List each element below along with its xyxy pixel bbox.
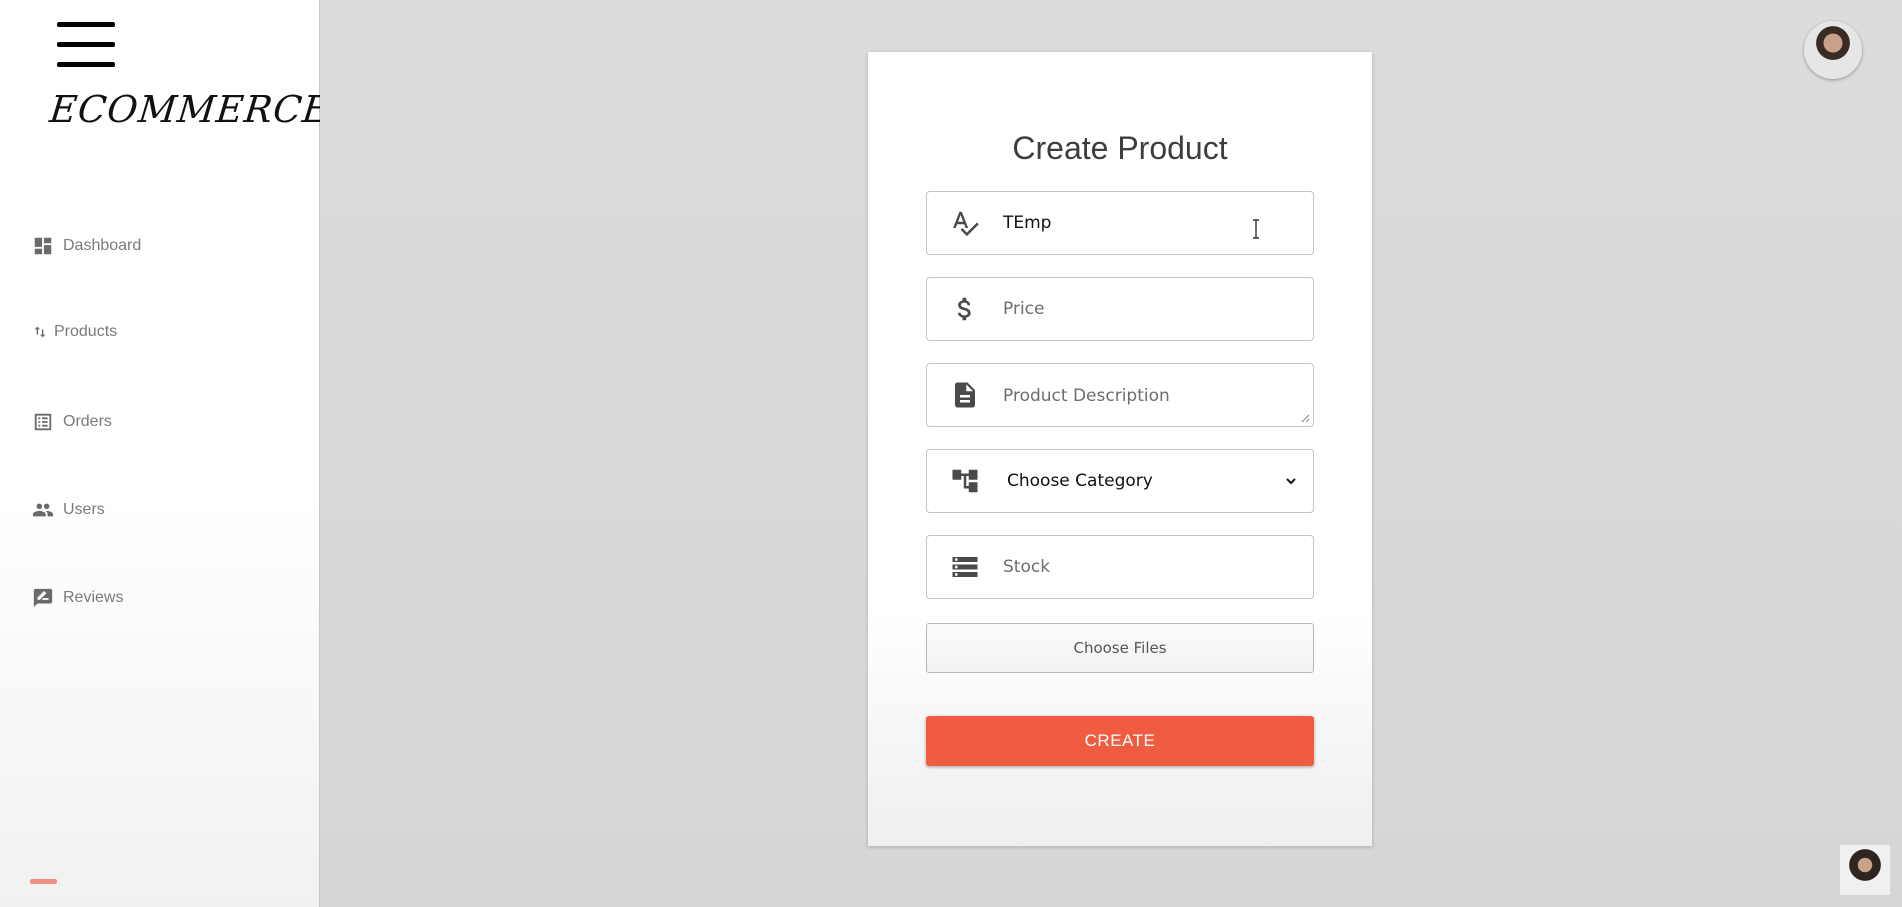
sidebar-item-users[interactable]: Users — [32, 499, 105, 521]
category-field[interactable]: Choose Category — [926, 449, 1314, 513]
sidebar-item-label: Users — [63, 501, 105, 518]
price-input[interactable] — [1003, 278, 1313, 340]
rate-review-icon — [33, 588, 53, 608]
account-tree-icon — [927, 466, 1003, 496]
sidebar-item-label: Dashboard — [63, 237, 142, 254]
dollar-icon — [927, 294, 1003, 324]
spellcheck-icon — [927, 208, 1003, 238]
description-icon — [927, 380, 1003, 410]
resize-handle-icon[interactable] — [1300, 413, 1310, 423]
sidebar-item-label: Products — [54, 323, 118, 340]
choose-files-button[interactable]: Choose Files — [926, 623, 1314, 673]
storage-icon — [927, 552, 1003, 582]
decorative-dash — [30, 879, 57, 884]
page-title: Create Product — [1012, 130, 1228, 166]
stock-input[interactable] — [1003, 536, 1313, 598]
create-product-card: Create Product Choose Category — [868, 52, 1372, 846]
sidebar-item-dashboard[interactable]: Dashboard — [32, 235, 141, 257]
sidebar-item-label: Orders — [63, 413, 112, 430]
webcam-thumbnail — [1840, 845, 1890, 895]
sidebar: ECOMMERCE. Dashboard Products Orders Use… — [0, 0, 346, 907]
chevron-down-icon[interactable] — [1285, 475, 1305, 487]
hamburger-menu-icon[interactable] — [57, 20, 115, 72]
create-button[interactable]: CREATE — [926, 716, 1314, 766]
user-avatar[interactable] — [1804, 21, 1862, 79]
people-icon — [32, 503, 54, 517]
category-select[interactable]: Choose Category — [1003, 450, 1285, 512]
product-name-input[interactable] — [1003, 192, 1313, 254]
stock-field[interactable] — [926, 535, 1314, 599]
list-alt-icon — [34, 413, 52, 431]
sidebar-item-products[interactable]: Products — [32, 323, 117, 341]
description-field[interactable] — [926, 363, 1314, 427]
logo[interactable]: ECOMMERCE. — [48, 88, 346, 131]
description-textarea[interactable] — [1003, 364, 1313, 426]
text-cursor-icon — [1253, 219, 1259, 239]
sidebar-item-label: Reviews — [63, 589, 124, 606]
sidebar-item-orders[interactable]: Orders — [32, 411, 112, 433]
sort-arrows-icon — [34, 326, 46, 338]
price-field[interactable] — [926, 277, 1314, 341]
sidebar-item-reviews[interactable]: Reviews — [32, 587, 123, 609]
dashboard-icon — [34, 237, 52, 255]
